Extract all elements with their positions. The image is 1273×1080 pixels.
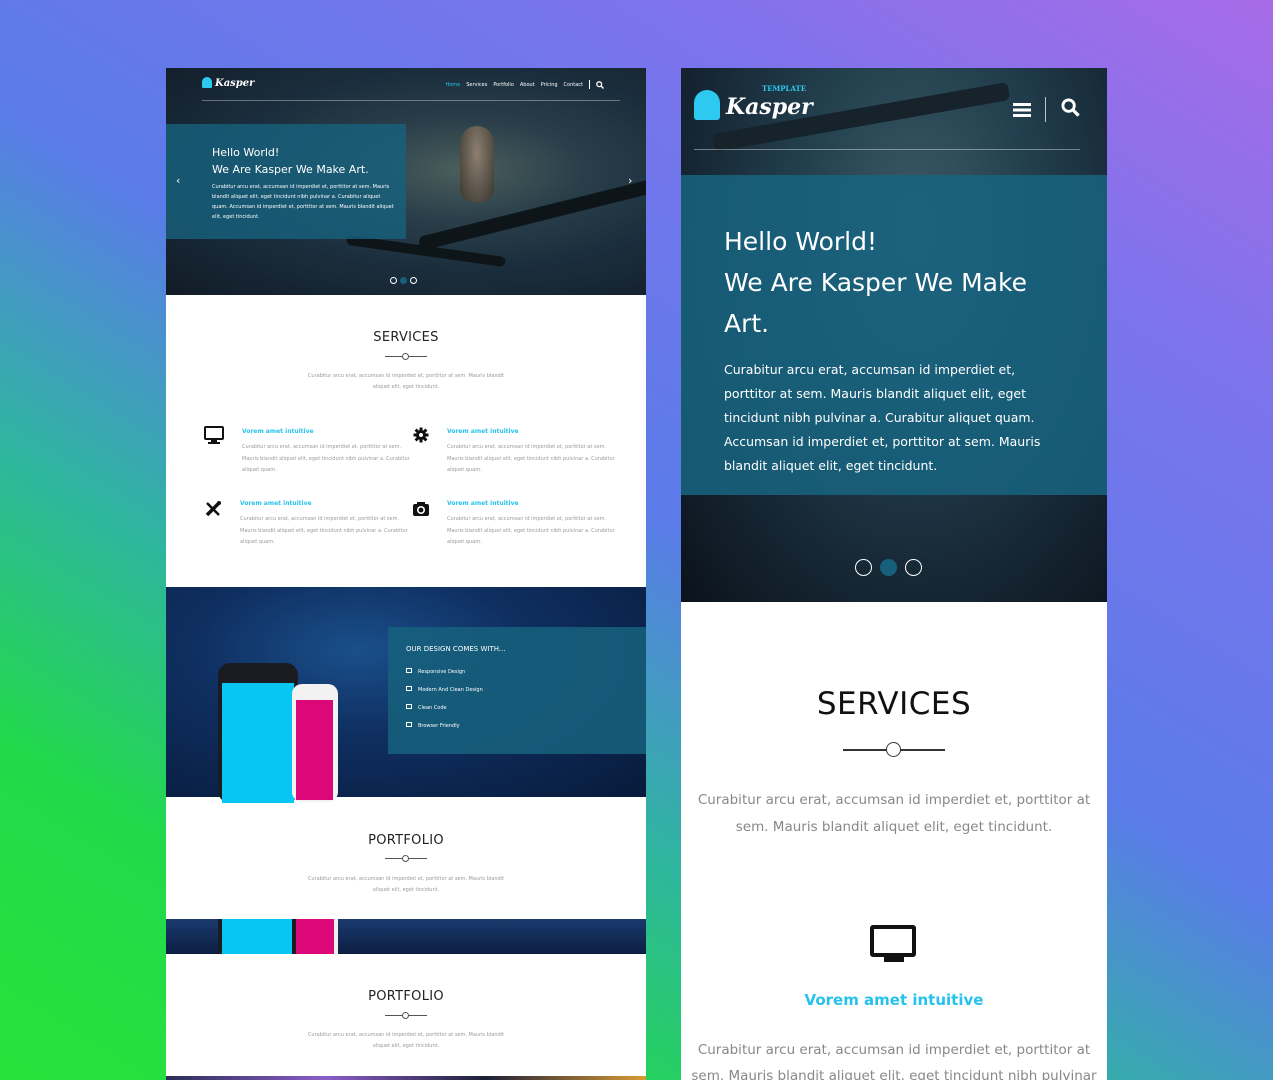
camera-icon [412,501,430,521]
hero-caption: Hello World! We Are Kasper We Make Art. … [681,175,1107,495]
service-item: Vorem amet intuitive Curabitur arcu erat… [447,500,617,549]
service-title: Vorem amet intuitive [804,991,984,1009]
gear-icon [413,427,429,447]
monitor-icon [870,925,918,963]
navbar: Kasper Home Services Portfolio About Pri… [166,68,646,102]
hero-caption: Hello World! We Are Kasper We Make Art. … [166,124,406,239]
portfolio-subtitle: Curabitur arcu erat, accumsan id imperdi… [307,1032,505,1049]
nav-item-home[interactable]: Home [445,82,460,88]
service-text: Curabitur arcu erat, accumsan id imperdi… [691,1042,1097,1080]
desktop-preview: Kasper Home Services Portfolio About Pri… [166,68,646,1080]
service-text: Curabitur arcu erat, accumsan id imperdi… [447,516,615,545]
service-title: Vorem amet intuitive [447,500,519,507]
search-icon[interactable] [596,80,604,89]
service-title: Vorem amet intuitive [447,428,519,435]
owl-image [460,126,494,202]
slider-dot-2[interactable] [400,277,407,284]
nav-divider [694,149,1080,150]
ghost-logo-icon [694,90,720,120]
prev-slide-icon[interactable]: ‹ [176,174,180,187]
design-features-section: OUR DESIGN COMES WITH... Responsive Desi… [166,587,646,803]
hero-slider: Kasper TEMPLATE Hello World! We Are Kaspe… [681,68,1107,602]
slider-dots [855,559,922,576]
nav-item-portfolio[interactable]: Portfolio [493,82,514,88]
nav-item-services[interactable]: Services [466,82,487,88]
features-title: OUR DESIGN COMES WITH... [406,645,506,653]
slider-dot-1[interactable] [390,277,397,284]
search-icon[interactable] [1061,98,1080,122]
portfolio-subtitle: Curabitur arcu erat, accumsan id imperdi… [307,876,505,893]
tree-branch [417,179,646,251]
phone-mockup [292,684,338,802]
slider-dots [390,277,417,284]
hero-title-line2: We Are Kasper We Make Art. [724,268,1027,338]
phone-mockup [218,663,298,803]
nav-item-about[interactable]: About [520,82,535,88]
service-text: Curabitur arcu erat, accumsan id imperdi… [240,516,408,545]
portfolio-title: PORTFOLIO [368,989,444,1004]
service-text: Curabitur arcu erat, accumsan id imperdi… [242,444,410,473]
feature-item: Browser Friendly [406,722,646,729]
monitor-icon [406,722,412,727]
section-divider [843,742,945,757]
features-box: OUR DESIGN COMES WITH... Responsive Desi… [388,627,646,754]
portfolio-title: PORTFOLIO [368,833,444,848]
feature-item: Responsive Design [406,668,646,675]
services-title: SERVICES [816,686,972,722]
next-slide-icon[interactable]: › [628,174,632,187]
nav-separator [589,80,590,89]
hero-text: Curabitur arcu erat, accumsan id imperdi… [724,362,1041,473]
section-divider [385,353,427,360]
service-text: Curabitur arcu erat, accumsan id imperdi… [447,444,615,473]
monitor-icon [406,686,412,691]
nav-item-contact[interactable]: Contact [564,82,583,88]
section-divider [385,1012,427,1019]
nav-divider [202,100,620,101]
service-title: Vorem amet intuitive [240,500,312,507]
portfolio-images [166,1076,646,1080]
service-item: Vorem amet intuitive Curabitur arcu erat… [447,428,617,477]
hero-text: Curabitur arcu erat, accumsan id imperdi… [212,184,394,220]
slider-dot-3[interactable] [905,559,922,576]
image-strip [166,919,646,954]
feature-item: Modern And Clean Design [406,686,646,693]
slider-dot-3[interactable] [410,277,417,284]
logo[interactable]: Kasper [202,77,254,89]
hero-title-line1: Hello World! [212,146,280,159]
nav-item-pricing[interactable]: Pricing [541,82,558,88]
monitor-icon [406,704,412,709]
services-title: SERVICES [373,330,439,345]
nav-separator [1045,97,1046,122]
service-title: Vorem amet intuitive [242,428,314,435]
services-subtitle: Curabitur arcu erat, accumsan id imperdi… [697,792,1091,835]
slider-dot-2[interactable] [880,559,897,576]
design-tools-icon [204,500,222,522]
ghost-logo-icon [202,77,212,88]
section-divider [385,855,427,862]
logo[interactable]: Kasper TEMPLATE [694,84,813,120]
mobile-preview: Kasper TEMPLATE Hello World! We Are Kaspe… [681,68,1107,1080]
monitor-icon [204,426,224,448]
hero-title-line2: We Are Kasper We Make Art. [212,163,369,176]
logo-tagline: TEMPLATE [762,84,807,93]
slider-dot-1[interactable] [855,559,872,576]
service-item: Vorem amet intuitive Curabitur arcu erat… [242,428,412,477]
service-item: Vorem amet intuitive Curabitur arcu erat… [240,500,410,549]
services-subtitle: Curabitur arcu erat, accumsan id imperdi… [307,373,505,390]
hamburger-menu-icon[interactable] [1013,101,1031,123]
feature-item: Clean Code [406,704,646,711]
monitor-icon [406,668,412,673]
nav-menu: Home Services Portfolio About Pricing Co… [445,80,604,89]
hero-title-line1: Hello World! [724,227,877,256]
hero-slider: Kasper Home Services Portfolio About Pri… [166,68,646,295]
